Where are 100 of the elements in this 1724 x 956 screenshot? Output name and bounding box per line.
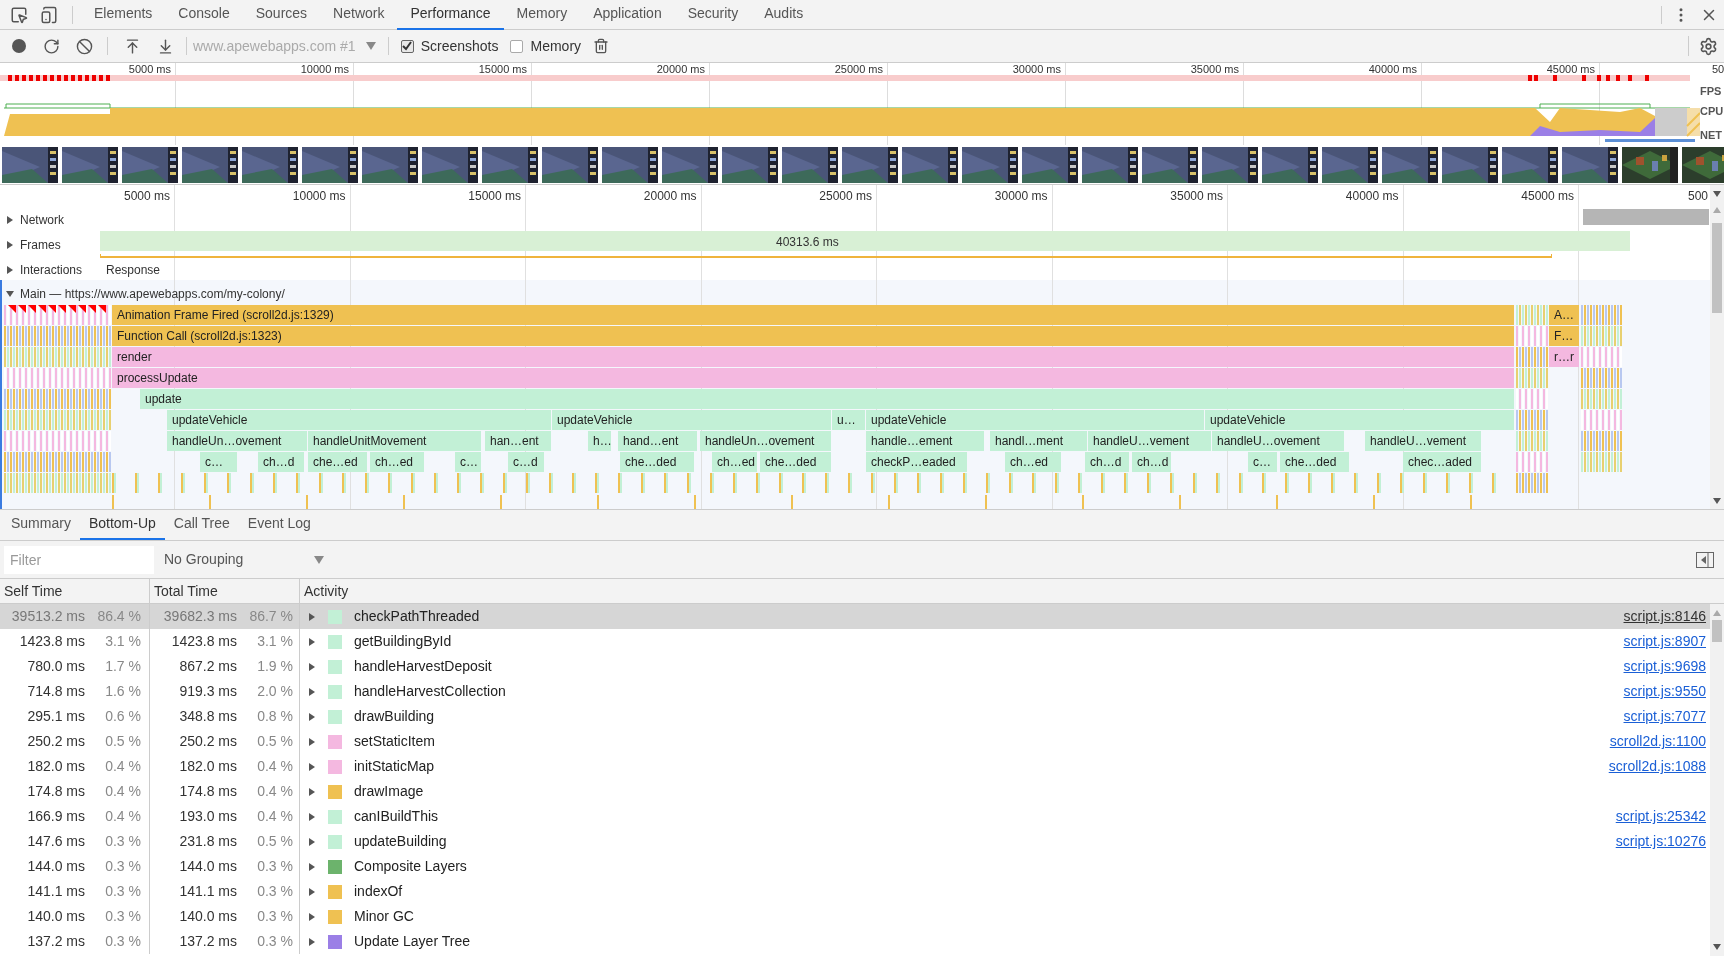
scrollbar[interactable] [1710, 604, 1724, 956]
flame-block[interactable]: handleU…vement [1088, 431, 1211, 451]
expand-triangle-icon[interactable] [308, 737, 316, 746]
scrollbar-thumb[interactable] [1712, 223, 1722, 313]
source-link[interactable]: script.js:8146 [1623, 606, 1710, 627]
flame-block[interactable]: A… [1549, 305, 1579, 325]
filter-field[interactable]: Filter [4, 545, 154, 574]
device-toolbar-icon[interactable] [40, 5, 58, 24]
expand-triangle-icon[interactable] [308, 637, 316, 646]
expand-triangle-icon[interactable] [308, 712, 316, 721]
flame-block[interactable]: han…ent [485, 431, 551, 451]
flame-block[interactable]: ch…d [1085, 452, 1129, 472]
table-row[interactable]: 39513.2 ms 86.4 % 39682.3 ms 86.7 % checkPathThreaded script.js:8146 [0, 604, 1710, 629]
scroll-down-icon[interactable] [1713, 498, 1721, 504]
details-tab[interactable]: Call Tree [164, 509, 239, 540]
devtools-tab[interactable]: Application [580, 0, 675, 30]
flame-block[interactable]: handleUnitMovement [308, 431, 481, 451]
grouping-select[interactable]: No Grouping [164, 549, 324, 570]
settings-icon[interactable] [1699, 36, 1718, 56]
flame-block[interactable]: u… [832, 410, 865, 430]
flame-block[interactable]: handleUn…ovement [700, 431, 831, 451]
flame-block[interactable]: Function Call (scroll2d.js:1323) [112, 326, 1514, 346]
flame-block[interactable]: che…ed [308, 452, 367, 472]
scroll-down-icon[interactable] [1713, 944, 1721, 950]
flame-block[interactable]: updateVehicle [167, 410, 551, 430]
details-tab[interactable]: Summary [2, 509, 80, 540]
flame-block[interactable]: r…r [1549, 347, 1579, 367]
expand-triangle-icon[interactable] [308, 862, 316, 871]
inspect-icon[interactable] [10, 5, 28, 24]
flame-block[interactable]: handleU…vement [1365, 431, 1481, 451]
expand-triangle-icon[interactable] [6, 290, 14, 298]
flame-block[interactable]: update [140, 389, 1514, 409]
source-link[interactable]: script.js:9698 [1623, 656, 1710, 677]
source-link[interactable]: script.js:8907 [1623, 631, 1710, 652]
devtools-tab[interactable]: Network [320, 0, 398, 30]
devtools-tab[interactable]: Memory [503, 0, 581, 30]
flame-block[interactable]: handle…ement [866, 431, 984, 451]
expand-triangle-icon[interactable] [308, 662, 316, 671]
upload-icon[interactable] [124, 37, 141, 55]
devtools-tab[interactable]: Elements [81, 0, 166, 30]
flame-block[interactable]: F… [1549, 326, 1579, 346]
expand-triangle-icon[interactable] [6, 216, 14, 224]
expand-triangle-icon[interactable] [308, 837, 316, 846]
sidebar-toggle-icon[interactable] [1696, 551, 1714, 568]
devtools-tab[interactable]: Console [165, 0, 243, 30]
flame-block[interactable]: updateVehicle [552, 410, 831, 430]
flame-block[interactable]: ch…ed [370, 452, 424, 472]
flame-block[interactable]: c… [1248, 452, 1277, 472]
source-link[interactable]: script.js:25342 [1615, 806, 1710, 827]
flame-block[interactable]: handleU…ovement [1212, 431, 1344, 451]
source-link[interactable]: scroll2d.js:1088 [1608, 756, 1710, 777]
download-icon[interactable] [157, 37, 174, 55]
flame-block[interactable]: render [112, 347, 1514, 367]
reload-icon[interactable] [43, 37, 60, 55]
expand-triangle-icon[interactable] [6, 241, 14, 249]
source-link[interactable]: script.js:7077 [1623, 706, 1710, 727]
track-label[interactable]: Network [20, 211, 64, 229]
column-header[interactable]: Activity [300, 579, 1724, 603]
flame-block[interactable]: ch…ed [1005, 452, 1061, 472]
expand-triangle-icon[interactable] [308, 612, 316, 621]
record-icon[interactable] [11, 38, 27, 54]
flame-block[interactable]: c… [200, 452, 237, 472]
column-header[interactable]: Total Time [150, 579, 300, 603]
flame-block[interactable]: che…ded [760, 452, 831, 472]
expand-triangle-icon[interactable] [308, 787, 316, 796]
flame-block[interactable]: Animation Frame Fired (scroll2d.js:1329) [112, 305, 1514, 325]
devtools-tab[interactable]: Sources [242, 0, 321, 30]
flame-block[interactable]: che…ded [1280, 452, 1349, 472]
track-label[interactable]: Interactions [20, 261, 83, 279]
track-label[interactable]: Main — https://www.apewebapps.com/my-colony/ [20, 285, 285, 303]
expand-triangle-icon[interactable] [308, 912, 316, 921]
expand-triangle-icon[interactable] [308, 812, 316, 821]
trash-icon[interactable] [593, 38, 610, 54]
flame-block[interactable]: updateVehicle [866, 410, 1204, 430]
column-header[interactable]: Self Time [0, 579, 150, 603]
expand-triangle-icon[interactable] [308, 687, 316, 696]
scrollbar-thumb[interactable] [1712, 620, 1722, 642]
checkbox[interactable] [400, 39, 414, 53]
devtools-tab[interactable]: Security [674, 0, 752, 30]
flame-block[interactable]: checkP…eaded [866, 452, 967, 472]
source-link[interactable]: scroll2d.js:1100 [1609, 731, 1710, 752]
expand-triangle-icon[interactable] [6, 266, 14, 274]
flame-block[interactable]: c…d [508, 452, 544, 472]
track-label[interactable]: Frames [20, 236, 61, 254]
source-link[interactable]: script.js:9550 [1623, 681, 1710, 702]
expand-triangle-icon[interactable] [308, 762, 316, 771]
flame-block[interactable]: hand…ent [618, 431, 697, 451]
flame-block[interactable]: che…ded [620, 452, 694, 472]
scroll-down-icon[interactable] [1713, 191, 1721, 197]
clear-icon[interactable] [76, 37, 93, 55]
flame-block[interactable]: c… [455, 452, 481, 472]
flame-block[interactable]: ch…d [1132, 452, 1171, 472]
flame-block[interactable]: ch…ed [712, 452, 757, 472]
expand-triangle-icon[interactable] [308, 937, 316, 946]
flame-block[interactable]: h… [588, 431, 611, 451]
flame-block[interactable]: handleUn…ovement [167, 431, 307, 451]
flame-block[interactable]: chec…aded [1403, 452, 1481, 472]
flame-block[interactable]: updateVehicle [1205, 410, 1514, 430]
checkbox[interactable] [510, 39, 524, 53]
flame-block[interactable]: handl…ment [990, 431, 1087, 451]
